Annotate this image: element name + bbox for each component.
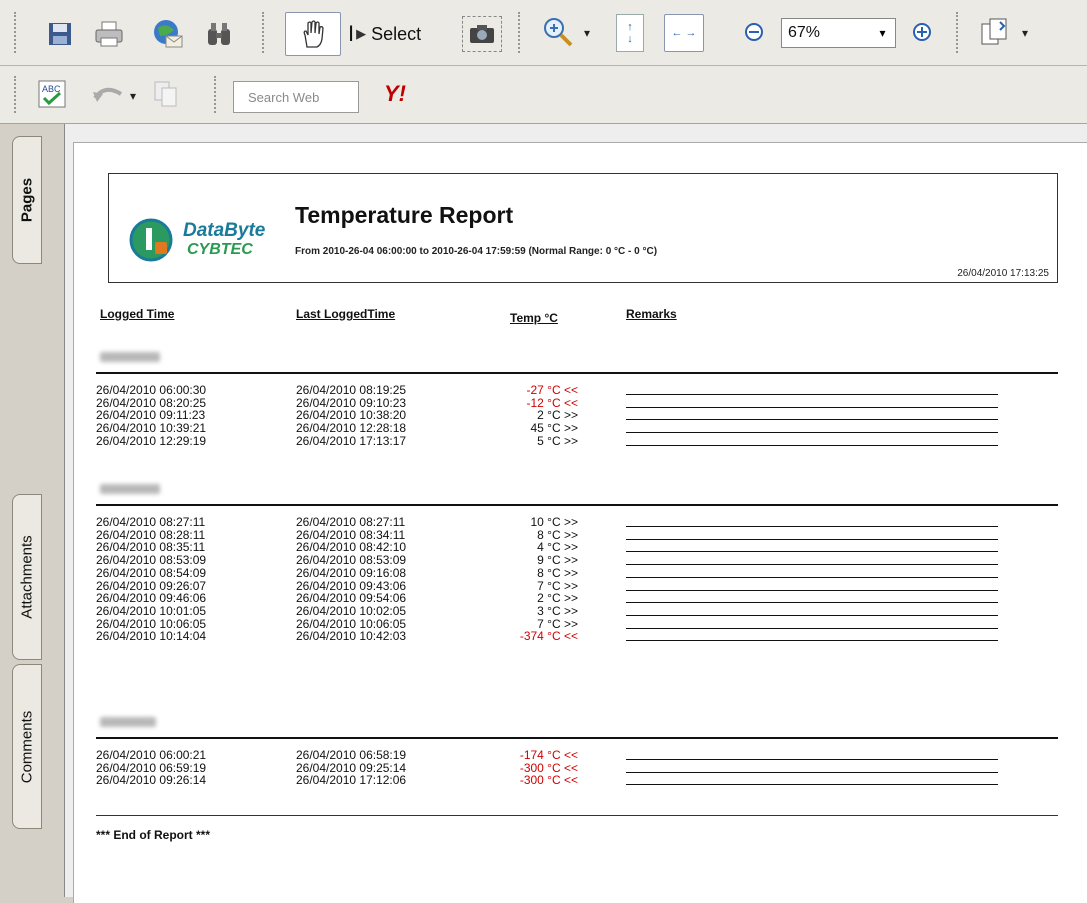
save-icon[interactable] (44, 18, 76, 50)
temperature-cell: -300 °C << (519, 773, 578, 788)
report-title: Temperature Report (295, 202, 514, 228)
column-header-logged-time: Logged Time (100, 307, 175, 321)
toolbar-grip[interactable] (214, 76, 222, 113)
copy-icon[interactable] (150, 78, 182, 110)
zoom-out-icon[interactable] (742, 20, 766, 44)
last-logged-time-cell: 26/04/2010 10:42:03 (296, 629, 407, 644)
report-timestamp: 26/04/2010 17:13:25 (957, 268, 1049, 279)
report-subtitle: From 2010-26-04 06:00:00 to 2010-26-04 1… (295, 246, 658, 257)
yahoo-search-button[interactable]: Y! (364, 78, 426, 110)
remarks-line (626, 444, 998, 446)
tab-pages[interactable]: Pages (12, 136, 42, 264)
column-header-last-logged-time: Last LoggedTime (296, 307, 396, 321)
toolbar-grip[interactable] (518, 12, 526, 53)
navigation-panel: Pages Attachments Comments (0, 124, 65, 897)
temperature-cell: 5 °C >> (537, 433, 578, 448)
tab-attachments[interactable]: Attachments (12, 494, 42, 660)
svg-text:ABC: ABC (42, 84, 61, 94)
tab-comments-label: Comments (18, 710, 36, 783)
pages-menu-icon[interactable] (976, 14, 1016, 50)
logo-text-cybtec: CYBTEC (187, 241, 253, 258)
document-viewer[interactable]: DataByte CYBTEC Temperature Report From … (65, 124, 1087, 903)
logged-time-cell: 26/04/2010 09:26:14 (96, 773, 207, 788)
fit-height-icon[interactable]: ↑ ↓ (616, 14, 644, 52)
spellcheck-icon[interactable]: ABC (36, 78, 68, 110)
search-web-input[interactable]: Search Web (233, 81, 359, 113)
select-tool-button[interactable]: I ▶ Select (348, 16, 454, 52)
remarks-line (626, 640, 998, 642)
last-logged-time-cell: 26/04/2010 17:13:17 (296, 433, 407, 448)
redacted-logger-name (100, 484, 160, 494)
report-header: DataByte CYBTEC Temperature Report From … (108, 173, 1058, 283)
toolbar-grip[interactable] (14, 12, 22, 53)
tab-comments[interactable]: Comments (12, 664, 42, 829)
text-cursor-icon: I (348, 21, 355, 46)
logged-time-cell: 26/04/2010 10:14:04 (96, 629, 207, 644)
toolbar-grip[interactable] (956, 12, 964, 53)
toolbar-grip[interactable] (262, 12, 270, 53)
undo-icon[interactable] (88, 78, 128, 110)
logo-text-databyte: DataByte (183, 220, 266, 241)
print-icon[interactable] (92, 18, 126, 50)
last-logged-time-cell: 26/04/2010 17:12:06 (296, 773, 407, 788)
zoom-dropdown-chevron-icon[interactable]: ▾ (870, 18, 896, 48)
find-binoculars-icon[interactable] (202, 18, 236, 50)
select-tool-label: Select (371, 23, 422, 44)
tab-attachments-label: Attachments (18, 535, 36, 619)
secondary-toolbar: ABC ▾ Y! (0, 66, 1087, 124)
report-end-divider (96, 815, 1058, 816)
chevron-down-icon[interactable]: ▾ (1022, 26, 1028, 40)
zoom-in-magnifier-icon[interactable] (540, 14, 576, 50)
table-row: 26/04/2010 09:26:14 26/04/2010 17:12:06 -3… (96, 773, 1026, 789)
remarks-line (626, 784, 998, 786)
chevron-down-icon[interactable]: ▾ (130, 89, 136, 103)
fit-width-icon[interactable]: ← → (664, 14, 704, 52)
temperature-cell: -374 °C << (519, 629, 578, 644)
column-header-remarks: Remarks (626, 307, 677, 321)
snapshot-camera-icon[interactable] (462, 16, 502, 52)
end-of-report: *** End of Report *** (96, 828, 211, 842)
group-divider (96, 504, 1058, 506)
zoom-in-icon[interactable] (910, 20, 934, 44)
group-divider (96, 737, 1058, 739)
redacted-logger-name (100, 352, 160, 362)
databyte-logo (129, 218, 173, 262)
table-row: 26/04/2010 12:29:19 26/04/2010 17:13:17 5 … (96, 434, 1026, 450)
toolbar-grip[interactable] (14, 76, 22, 113)
table-row: 26/04/2010 10:14:04 26/04/2010 10:42:03 -3… (96, 629, 1026, 645)
hand-tool-icon[interactable] (285, 12, 341, 56)
arrow-icon: ▶ (356, 26, 367, 41)
logged-time-cell: 26/04/2010 12:29:19 (96, 433, 207, 448)
report-page: DataByte CYBTEC Temperature Report From … (73, 142, 1087, 903)
column-header-temp: Temp °C (510, 311, 558, 325)
email-globe-icon[interactable] (150, 16, 186, 52)
chevron-down-icon[interactable]: ▾ (584, 26, 590, 40)
tab-pages-label: Pages (18, 177, 36, 223)
zoom-level-field[interactable]: 67% (781, 18, 871, 48)
redacted-logger-name (100, 717, 156, 727)
main-toolbar: I ▶ Select ▾ ↑ ↓ ← → 67% ▾ ▾ (0, 0, 1087, 66)
group-divider (96, 372, 1058, 374)
